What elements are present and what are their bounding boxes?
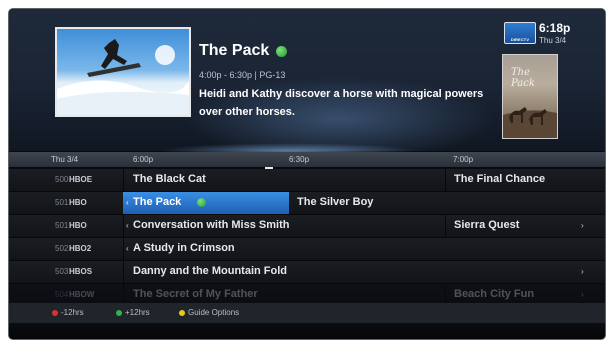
plus-12hrs-button[interactable]: +12hrs: [116, 308, 150, 317]
channel-number: 501: [55, 198, 69, 207]
guide-options-button[interactable]: Guide Options: [179, 308, 239, 317]
program-thumbnail: [55, 27, 191, 117]
channel-name: HBOE: [69, 175, 93, 184]
channel-number: 501: [55, 221, 69, 230]
left-arrow-icon: ‹: [126, 221, 129, 230]
channel-name: HBO: [69, 221, 87, 230]
right-arrow-icon: ›: [581, 290, 584, 299]
clock: 6:18p: [539, 21, 571, 35]
channel-name: HBO: [69, 198, 87, 207]
yellow-button-icon: [179, 310, 185, 316]
time-header: Thu 3/4 6:00p 6:30p 7:00p: [9, 152, 605, 167]
channel-row: 500 HBOE The Black Cat The Final Chance: [9, 169, 605, 192]
channel-number: 503: [55, 267, 69, 276]
guide-footer: -12hrs +12hrs Guide Options: [9, 303, 605, 323]
right-arrow-icon: ›: [581, 221, 584, 230]
program-info-panel: The Pack 4:00p - 6:30p | PG-13 Heidi and…: [9, 9, 605, 151]
left-arrow-icon: ‹: [126, 198, 129, 207]
timeslot-label: 7:00p: [453, 155, 474, 164]
channel-number: 502: [55, 244, 69, 253]
channel-number: 500: [55, 175, 69, 184]
channel-name: HBOS: [69, 267, 93, 276]
current-date: Thu 3/4: [539, 36, 567, 45]
left-arrow-icon: ‹: [126, 244, 129, 253]
program-cell-title: The Pack: [133, 196, 182, 208]
program-cell[interactable]: Danny and the Mountain Fold: [133, 265, 287, 277]
guide-options-label: Guide Options: [188, 308, 240, 317]
green-button-icon: [116, 310, 122, 316]
horses-image: [503, 107, 557, 138]
channel-number: 504: [55, 290, 69, 299]
channel-name: HBO2: [69, 244, 92, 253]
program-poster: The Pack: [502, 54, 558, 139]
timebar-day: Thu 3/4: [51, 155, 79, 164]
program-cell[interactable]: The Final Chance: [454, 173, 545, 185]
program-cell[interactable]: Sierra Quest: [454, 219, 519, 231]
channel-name: HBOW: [69, 290, 95, 299]
bottom-strip: [9, 323, 605, 339]
channel-row: 502 HBO2 ‹ A Study in Crimson: [9, 238, 605, 261]
red-button-icon: [52, 310, 58, 316]
selected-program-cell[interactable]: ‹ The Pack: [123, 192, 289, 214]
snowboarder-image: [57, 39, 189, 115]
green-status-icon: [276, 46, 287, 57]
timeslot-label: 6:30p: [289, 155, 310, 164]
plus-12hrs-label: +12hrs: [125, 308, 150, 317]
program-time-rating: 4:00p - 6:30p | PG-13: [199, 70, 286, 80]
program-cell[interactable]: Beach City Fun: [454, 288, 534, 300]
program-title: The Pack: [199, 42, 270, 59]
channel-row: 503 HBOS Danny and the Mountain Fold ›: [9, 261, 605, 284]
program-cell[interactable]: The Black Cat: [133, 173, 206, 185]
tv-guide-screen: The Pack 4:00p - 6:30p | PG-13 Heidi and…: [9, 9, 605, 339]
program-cell[interactable]: A Study in Crimson: [133, 242, 235, 254]
timeslot-label: 6:00p: [133, 155, 154, 164]
program-cell[interactable]: Conversation with Miss Smith: [133, 219, 289, 231]
program-cell[interactable]: The Secret of My Father: [133, 288, 258, 300]
channel-row: 501 HBO ‹ The Pack The Silver Boy: [9, 192, 605, 215]
right-arrow-icon: ›: [581, 267, 584, 276]
minus-12hrs-button[interactable]: -12hrs: [52, 308, 84, 317]
green-status-icon: [197, 198, 206, 207]
channel-row: 501 HBO ‹ Conversation with Miss Smith S…: [9, 215, 605, 238]
minus-12hrs-label: -12hrs: [61, 308, 84, 317]
program-description: Heidi and Kathy discover a horse with ma…: [199, 88, 484, 118]
provider-logo-icon: DIRECTV: [504, 22, 536, 44]
provider-logo-text: DIRECTV: [510, 37, 530, 42]
program-cell[interactable]: The Silver Boy: [297, 196, 373, 208]
